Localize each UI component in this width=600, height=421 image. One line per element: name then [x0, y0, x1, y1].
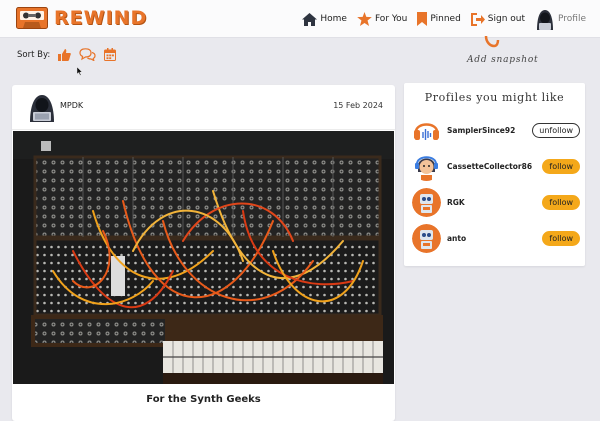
- headphones-avatar[interactable]: [412, 115, 441, 145]
- post-title: For the Synth Geeks: [146, 394, 261, 405]
- home-icon: [302, 12, 318, 26]
- profile-row: CassetteCollector86 follow: [412, 151, 580, 181]
- nav-profile-label: Profile: [558, 14, 586, 24]
- follow-button[interactable]: follow: [542, 230, 580, 246]
- nav-for-you-label: For You: [374, 14, 408, 24]
- unfollow-button[interactable]: unfollow: [532, 122, 580, 138]
- star-icon: [357, 12, 372, 26]
- suggested-profiles-panel: Profiles you might like SamplerSince92 u…: [404, 83, 585, 266]
- sort-bar: Sort By:: [17, 48, 117, 76]
- top-navbar: REWIND Home For You Pinned Sign out Prof…: [0, 0, 600, 38]
- nav-home-label: Home: [320, 14, 347, 24]
- post-author-name[interactable]: MPDK: [60, 101, 83, 110]
- follow-button[interactable]: follow: [542, 194, 580, 210]
- comments-icon[interactable]: [79, 48, 96, 61]
- app-logo[interactable]: REWIND: [16, 7, 147, 29]
- thumbs-up-icon[interactable]: [58, 48, 72, 61]
- profile-row: RGK follow: [412, 187, 580, 217]
- add-snapshot-icon[interactable]: [484, 36, 500, 50]
- calendar-icon[interactable]: [104, 48, 117, 61]
- girl-headphones-avatar[interactable]: [412, 151, 441, 181]
- follow-button[interactable]: follow: [542, 158, 580, 174]
- main-nav: Home For You Pinned Sign out Profile: [302, 8, 586, 30]
- post-date: 15 Feb 2024: [333, 101, 383, 110]
- bookmark-icon: [417, 12, 428, 26]
- add-snapshot-button[interactable]: Add snapshot: [467, 55, 538, 65]
- cassette-icon: [16, 7, 48, 29]
- nav-profile[interactable]: Profile: [535, 8, 586, 30]
- suggested-profiles-title: Profiles you might like: [424, 91, 565, 104]
- profile-name[interactable]: CassetteCollector86: [447, 162, 542, 171]
- app-name: REWIND: [54, 7, 148, 29]
- nav-pinned-label: Pinned: [430, 14, 461, 24]
- nav-sign-out[interactable]: Sign out: [470, 12, 526, 26]
- nav-home[interactable]: Home: [302, 12, 347, 26]
- hacker-avatar-icon: [537, 10, 554, 30]
- profile-row: SamplerSince92 unfollow: [412, 115, 580, 145]
- post-image[interactable]: [13, 131, 394, 384]
- mouse-cursor-icon: [77, 67, 83, 76]
- robot-avatar[interactable]: [412, 223, 441, 253]
- profile-row: anto follow: [412, 223, 580, 253]
- post-card: MPDK 15 Feb 2024 For the Synth Geeks: [12, 85, 395, 421]
- nav-pinned[interactable]: Pinned: [417, 12, 461, 26]
- profile-name[interactable]: SamplerSince92: [447, 126, 532, 135]
- sign-out-icon: [470, 12, 485, 26]
- author-avatar[interactable]: [28, 92, 56, 122]
- sort-label: Sort By:: [17, 49, 51, 60]
- nav-for-you[interactable]: For You: [357, 12, 407, 26]
- nav-sign-out-label: Sign out: [487, 14, 526, 24]
- post-header: MPDK 15 Feb 2024: [12, 85, 395, 130]
- robot-avatar[interactable]: [412, 187, 441, 217]
- profile-name[interactable]: RGK: [447, 198, 542, 207]
- profile-name[interactable]: anto: [447, 234, 542, 243]
